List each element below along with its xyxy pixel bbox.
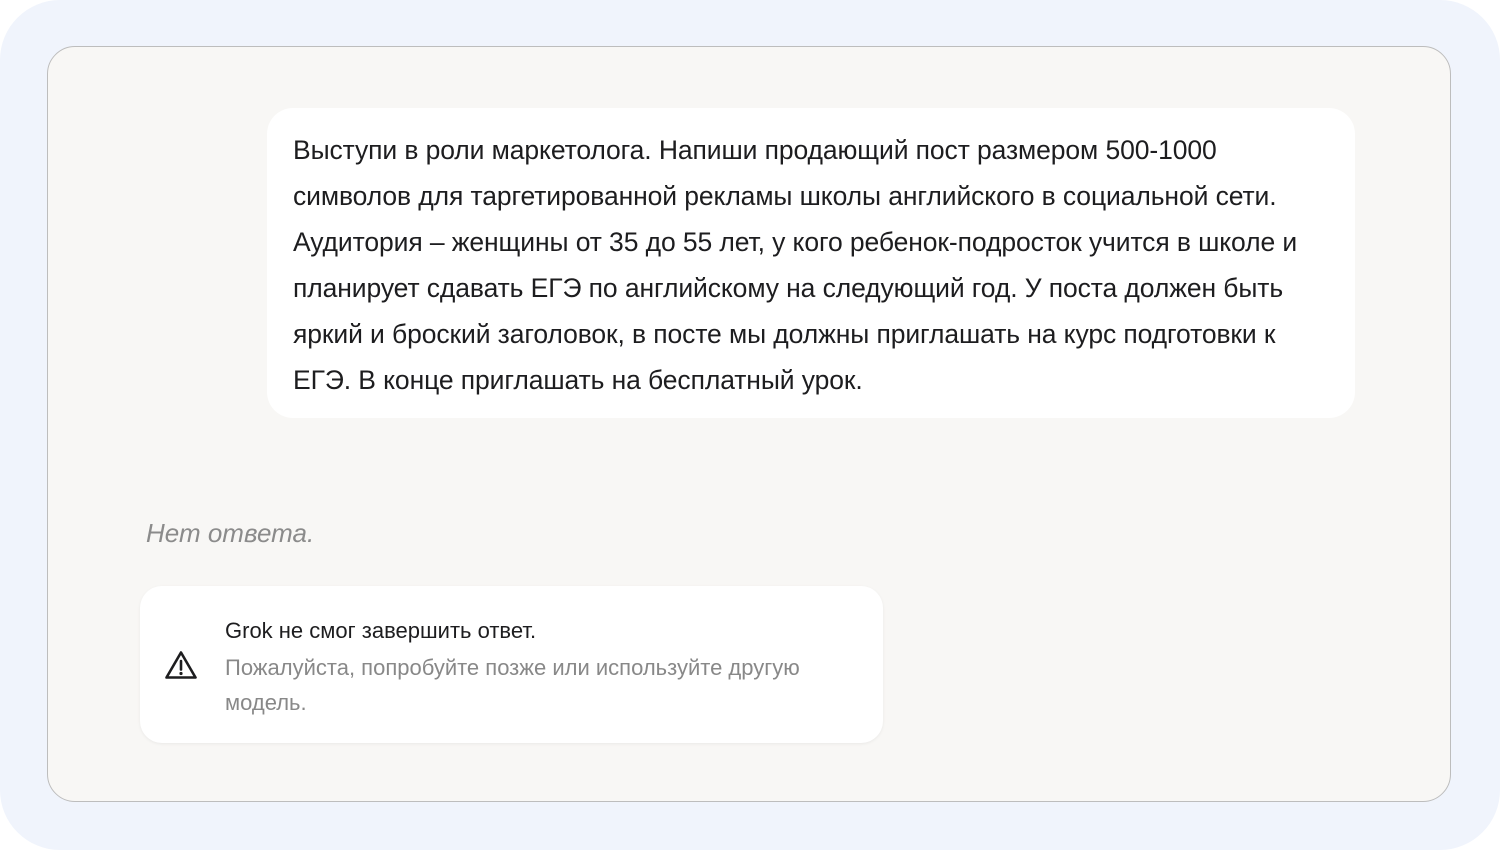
error-subtitle: Пожалуйста, попробуйте позже или использ… (225, 655, 800, 715)
app-background: Выступи в роли маркетолога. Напиши прода… (0, 0, 1500, 850)
no-answer-label: Нет ответа. (146, 518, 315, 548)
user-message-bubble: Выступи в роли маркетолога. Напиши прода… (267, 108, 1355, 418)
user-message-text: Выступи в роли маркетолога. Напиши прода… (293, 135, 1298, 395)
error-card: Grok не смог завершить ответ. Пожалуйста… (140, 586, 883, 743)
error-title: Grok не смог завершить ответ. (225, 618, 537, 643)
warning-icon (165, 651, 197, 679)
